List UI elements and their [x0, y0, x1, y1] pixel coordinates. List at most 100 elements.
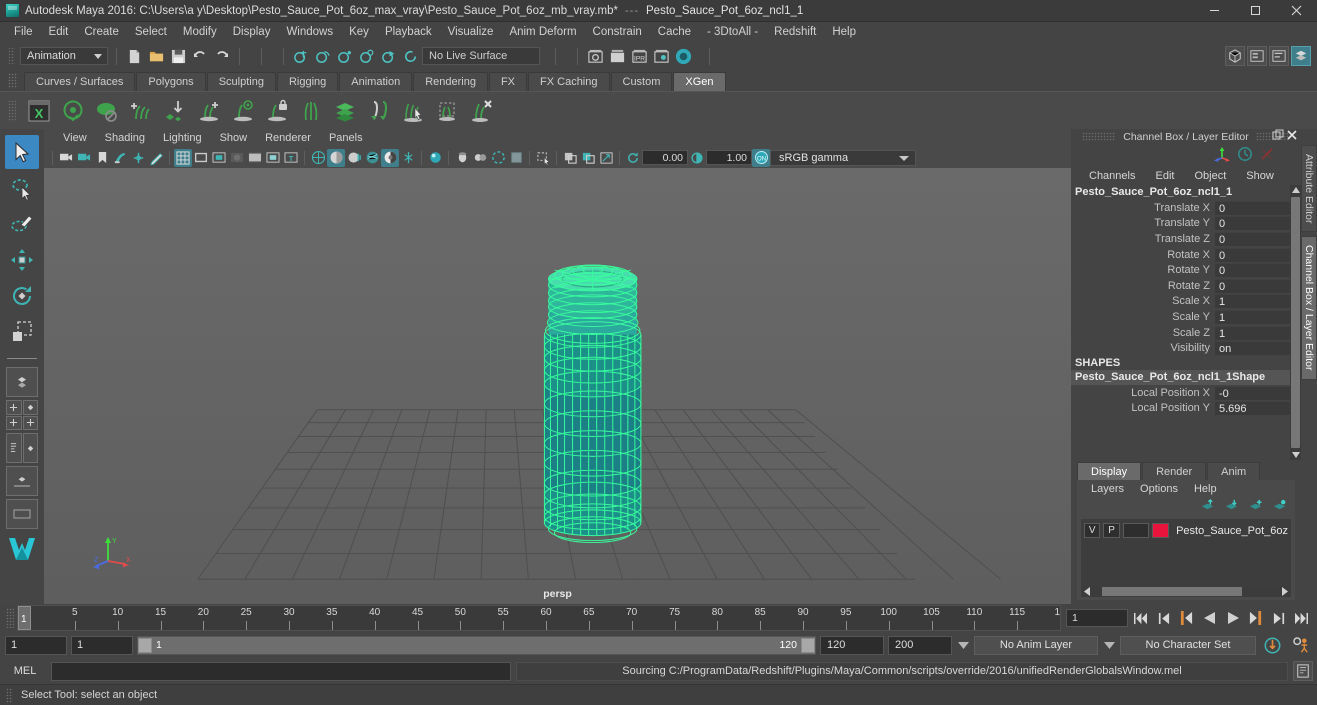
- channel-row-translate-z[interactable]: Translate Z 0: [1071, 231, 1290, 247]
- channel-value[interactable]: 1: [1215, 294, 1290, 309]
- layer-list[interactable]: V P Pesto_Sauce_Pot_6oz: [1081, 519, 1291, 586]
- go-to-end-button[interactable]: [1291, 607, 1312, 629]
- channel-row-rotate-z[interactable]: Rotate Z 0: [1071, 278, 1290, 294]
- snap-to-point-button[interactable]: [334, 45, 356, 67]
- film-gate-mask-icon[interactable]: [246, 149, 264, 167]
- animation-start-time-field[interactable]: 1: [5, 635, 67, 655]
- hscrollbar-thumb[interactable]: [1102, 587, 1242, 596]
- channel-box-menu-show[interactable]: Show: [1236, 170, 1284, 182]
- menu-windows[interactable]: Windows: [278, 22, 341, 43]
- layer-list-hscrollbar[interactable]: [1081, 586, 1291, 597]
- xgen-select-guides-icon[interactable]: [398, 96, 428, 126]
- xray-active-components-icon[interactable]: [597, 149, 615, 167]
- channel-row-local-position-y[interactable]: Local Position Y 5.696: [1071, 401, 1290, 417]
- exposure-reset-icon[interactable]: [624, 149, 642, 167]
- speed-toggle-icon[interactable]: [1237, 146, 1253, 165]
- channel-value[interactable]: 0: [1215, 231, 1290, 246]
- redo-button[interactable]: [211, 45, 233, 67]
- menu-visualize[interactable]: Visualize: [440, 22, 502, 43]
- show-hide-attribute-editor-button[interactable]: [1247, 46, 1267, 66]
- shadows-icon[interactable]: [399, 149, 417, 167]
- scrollbar-thumb[interactable]: [1291, 197, 1300, 449]
- show-hide-channel-box-button[interactable]: [1291, 46, 1311, 66]
- move-layer-down-icon[interactable]: [1224, 499, 1239, 515]
- character-set-selector[interactable]: No Character Set: [1120, 635, 1256, 655]
- help-line-grip[interactable]: [6, 687, 13, 703]
- channel-row-translate-y[interactable]: Translate Y 0: [1071, 216, 1290, 232]
- channel-row-visibility[interactable]: Visibility on: [1071, 340, 1290, 356]
- xgen-sculpt-guides-icon[interactable]: [364, 96, 394, 126]
- undo-button[interactable]: [189, 45, 211, 67]
- channel-value[interactable]: on: [1215, 341, 1290, 356]
- menu-help[interactable]: Help: [824, 22, 864, 43]
- xgen-lock-primitive-icon[interactable]: [262, 96, 292, 126]
- make-live-button[interactable]: [400, 45, 422, 67]
- layer-display-type-toggle[interactable]: [1122, 523, 1149, 539]
- step-back-key-button[interactable]: [1176, 607, 1197, 629]
- layer-tab-display[interactable]: Display: [1077, 462, 1142, 481]
- playback-end-time-field[interactable]: 120: [820, 635, 884, 655]
- shelf-tab-fx-caching[interactable]: FX Caching: [528, 72, 610, 91]
- channel-row-translate-x[interactable]: Translate X 0: [1071, 200, 1290, 216]
- channel-value[interactable]: -0: [1215, 385, 1290, 400]
- hypershade-button[interactable]: [672, 45, 694, 67]
- layer-playback-toggle[interactable]: P: [1103, 523, 1120, 539]
- xgen-clear-guides-icon[interactable]: [432, 96, 462, 126]
- safe-area-icon[interactable]: [264, 149, 282, 167]
- channel-row-local-position-x[interactable]: Local Position X -0: [1071, 385, 1290, 401]
- layer-menu-layers[interactable]: Layers: [1083, 483, 1132, 495]
- panel-undock-button[interactable]: [1272, 129, 1284, 144]
- shelf-icons-grip[interactable]: [8, 99, 16, 122]
- manipulator-axis-icon[interactable]: [1213, 146, 1231, 165]
- playback-start-time-field[interactable]: 1: [71, 635, 133, 655]
- text-overlay-icon[interactable]: T: [282, 149, 300, 167]
- minimize-button[interactable]: [1194, 0, 1235, 22]
- viewport-menu-renderer[interactable]: Renderer: [256, 132, 320, 144]
- play-forwards-button[interactable]: [1222, 607, 1243, 629]
- xgen-add-description-icon[interactable]: [126, 96, 156, 126]
- textured-shading-icon[interactable]: [363, 149, 381, 167]
- xgen-preview-primitive-icon[interactable]: [228, 96, 258, 126]
- xray-icon[interactable]: [561, 149, 579, 167]
- render-sequence-button[interactable]: [606, 45, 628, 67]
- shelf-tab-rigging[interactable]: Rigging: [276, 72, 339, 91]
- scroll-down-arrow-icon[interactable]: [1290, 449, 1301, 460]
- command-language-label[interactable]: MEL: [4, 665, 46, 677]
- resolution-gate-icon[interactable]: [210, 149, 228, 167]
- isolate-select-icon[interactable]: [534, 149, 552, 167]
- channel-row-scale-z[interactable]: Scale Z 1: [1071, 325, 1290, 341]
- smooth-shading-icon[interactable]: [327, 148, 345, 167]
- viewport-menu-panels[interactable]: Panels: [320, 132, 372, 144]
- panel-close-button[interactable]: [1286, 129, 1298, 144]
- wireframe-shading-icon[interactable]: [309, 149, 327, 167]
- vtab-channel-box-layer-editor[interactable]: Channel Box / Layer Editor: [1301, 236, 1317, 380]
- xgen-editor-icon[interactable]: X: [24, 96, 54, 126]
- multisample-icon[interactable]: [507, 149, 525, 167]
- select-camera-icon[interactable]: [57, 149, 75, 167]
- shelf-tab-custom[interactable]: Custom: [610, 72, 673, 91]
- film-gate-icon[interactable]: [192, 149, 210, 167]
- channel-value[interactable]: 1: [1215, 309, 1290, 324]
- shelf-tab-fx[interactable]: FX: [488, 72, 528, 91]
- save-scene-button[interactable]: [167, 45, 189, 67]
- anim-layer-dropdown-caret[interactable]: [956, 641, 970, 649]
- channel-value[interactable]: 0: [1215, 200, 1290, 215]
- no-manipulator-icon[interactable]: [1259, 146, 1275, 165]
- color-management-toggle-icon[interactable]: ON: [752, 148, 770, 167]
- channel-row-rotate-x[interactable]: Rotate X 0: [1071, 247, 1290, 263]
- exposure-value-field[interactable]: 0.00: [642, 150, 688, 165]
- new-scene-button[interactable]: [123, 45, 145, 67]
- menu-set-selector[interactable]: Animation: [20, 47, 108, 65]
- snap-to-projected-center-button[interactable]: [356, 45, 378, 67]
- layer-name[interactable]: Pesto_Sauce_Pot_6oz: [1176, 525, 1288, 537]
- gamma-value-field[interactable]: 1.00: [706, 150, 752, 165]
- xgen-layers-icon[interactable]: [330, 96, 360, 126]
- layout-four-view-button[interactable]: [6, 400, 38, 430]
- live-surface-field[interactable]: No Live Surface: [422, 47, 540, 65]
- layer-menu-options[interactable]: Options: [1132, 483, 1186, 495]
- menu-modify[interactable]: Modify: [175, 22, 225, 43]
- select-tool-button[interactable]: [5, 135, 39, 169]
- animation-preferences-icon[interactable]: [1288, 634, 1312, 656]
- step-forward-key-button[interactable]: [1245, 607, 1266, 629]
- image-plane-icon[interactable]: [111, 149, 129, 167]
